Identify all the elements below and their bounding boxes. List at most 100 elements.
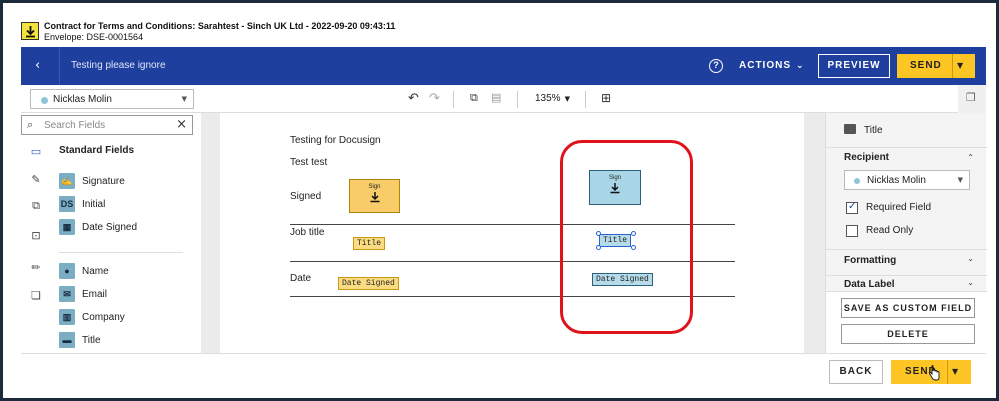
field-email[interactable]: ✉ Email <box>59 286 189 304</box>
divider <box>59 252 183 253</box>
caret-down-icon[interactable]: ▼ <box>957 61 964 70</box>
recipient-name: Nicklas Molin <box>867 175 926 186</box>
divider <box>947 360 948 384</box>
paste-icon[interactable]: ▤ <box>491 91 501 104</box>
field-signature[interactable]: ✍ Signature <box>59 173 189 191</box>
field-date-signed[interactable]: ▦ Date Signed <box>59 219 189 237</box>
divider <box>826 147 987 148</box>
caret-down-icon: ▼ <box>957 176 963 184</box>
field-label: Title <box>82 335 101 346</box>
signature-icon: ✍ <box>59 173 75 189</box>
save-as-custom-field-button[interactable]: SAVE AS CUSTOM FIELD <box>841 298 975 318</box>
field-name[interactable]: ● Name <box>59 263 189 281</box>
required-field-label: Required Field <box>866 202 932 213</box>
doc-date-label: Date <box>290 273 312 284</box>
attachment-category-icon[interactable]: ⊡ <box>29 229 43 242</box>
briefcase-icon <box>844 124 856 134</box>
zoom-select[interactable]: 135% ▼ <box>535 93 570 104</box>
title-tag-sender[interactable]: Title <box>353 237 386 250</box>
required-field-checkbox[interactable]: ✓ <box>846 201 858 214</box>
send-label: SEND <box>910 60 942 71</box>
undo-icon[interactable]: ↶ <box>408 91 419 106</box>
zoom-level: 135% <box>535 93 561 104</box>
highlight-annotation <box>560 140 693 334</box>
field-label: Company <box>82 312 125 323</box>
redo-icon[interactable]: ↷ <box>429 91 440 106</box>
close-icon[interactable]: × <box>176 117 187 132</box>
read-only-label: Read Only <box>866 225 914 236</box>
chevron-left-icon[interactable]: ‹ <box>35 58 40 73</box>
chevron-down-icon: ⌄ <box>796 61 805 71</box>
download-icon[interactable] <box>21 22 39 40</box>
field-label: Email <box>82 289 108 300</box>
briefcase-icon: ▬ <box>59 332 75 348</box>
field-company[interactable]: ▥ Company <box>59 309 189 327</box>
pages-icon: ❐ <box>966 91 976 104</box>
search-icon: ⌕ <box>27 118 34 131</box>
formatting-section-title[interactable]: Formatting <box>844 255 896 266</box>
delete-button[interactable]: DELETE <box>841 324 975 344</box>
preview-button[interactable]: PREVIEW <box>818 54 890 78</box>
pages-panel-toggle[interactable]: ❐ <box>958 85 986 113</box>
envelope-icon: ✉ <box>59 286 75 302</box>
recipient-name: Nicklas Molin <box>53 94 112 105</box>
document-title: Contract for Terms and Conditions: Sarah… <box>44 21 396 31</box>
read-only-checkbox[interactable] <box>846 225 858 237</box>
pen-category-icon[interactable]: ✏ <box>29 261 43 274</box>
divider <box>585 91 586 108</box>
actions-menu[interactable]: ACTIONS ⌄ <box>739 60 805 71</box>
divider <box>59 47 60 85</box>
signature-category-icon[interactable]: ✎ <box>29 173 43 186</box>
divider <box>826 275 987 276</box>
divider <box>453 91 454 108</box>
divider <box>826 249 987 250</box>
copy-icon[interactable]: ⧉ <box>470 91 478 105</box>
signature-tag-sender[interactable]: Sign <box>349 179 400 213</box>
recipient-color-dot <box>41 97 48 104</box>
envelope-subject: Testing please ignore <box>71 60 166 71</box>
chevron-down-icon[interactable]: ⌄ <box>967 254 974 263</box>
actions-label: ACTIONS <box>739 60 791 71</box>
initial-icon: DS <box>59 196 75 212</box>
chevron-up-icon[interactable]: ⌃ <box>967 153 974 162</box>
recipient-section-title[interactable]: Recipient <box>844 152 889 163</box>
doc-line-2: Test test <box>290 157 328 168</box>
person-icon: ● <box>59 263 75 279</box>
envelope-id: Envelope: DSE-0001564 <box>44 32 144 42</box>
top-navigation-bar: ‹ Testing please ignore ? ACTIONS ⌄ PREVI… <box>21 47 986 85</box>
comment-icon[interactable]: ⊞ <box>601 91 611 105</box>
document-category-icon[interactable]: ❏ <box>29 289 43 302</box>
help-circle-icon[interactable]: ? <box>709 59 723 73</box>
field-label: Signature <box>82 176 125 187</box>
field-title[interactable]: ▬ Title <box>59 332 189 350</box>
recipient-select[interactable]: Nicklas Molin ▼ <box>30 89 194 109</box>
app-frame: Contract for Terms and Conditions: Sarah… <box>0 0 999 401</box>
doc-job-title-label: Job title <box>290 227 325 238</box>
back-button[interactable]: BACK <box>829 360 883 384</box>
footer-bar: BACK SEND ▼ <box>21 353 986 393</box>
doc-signed-label: Signed <box>290 191 322 202</box>
send-button-top[interactable]: SEND ▼ <box>897 54 975 78</box>
caret-down-icon[interactable]: ▼ <box>952 367 959 376</box>
standard-fields-title: Standard Fields <box>59 145 135 156</box>
copy-category-icon[interactable]: ⧉ <box>29 199 43 212</box>
date-signed-tag-sender[interactable]: Date Signed <box>338 277 399 290</box>
search-input[interactable]: ⌕ Search Fields × <box>21 115 193 135</box>
editor-toolbar: Nicklas Molin ▼ ↶ ↷ ⧉ ▤ 135% ▼ ⊞ ❐ <box>21 85 986 113</box>
document-header: Contract for Terms and Conditions: Sarah… <box>21 19 981 47</box>
hand-cursor-icon <box>928 365 940 381</box>
field-properties-panel: Title Recipient ⌃ Nicklas Molin ▼ ✓ Requ… <box>825 113 987 353</box>
divider <box>517 91 518 108</box>
selected-field-label: Title <box>864 125 883 136</box>
doc-line-1: Testing for Docusign <box>290 135 381 146</box>
caret-down-icon: ▼ <box>564 95 570 103</box>
standard-fields-icon[interactable]: ▭ <box>29 145 43 158</box>
field-palette: ⌕ Search Fields × ▭ ✎ ⧉ ⊡ ✏ ❏ Standard F… <box>21 113 201 353</box>
properties-recipient-select[interactable]: Nicklas Molin ▼ <box>844 170 970 190</box>
chevron-down-icon[interactable]: ⌄ <box>967 278 974 287</box>
caret-down-icon: ▼ <box>181 95 187 103</box>
data-label-section-title[interactable]: Data Label <box>844 279 895 290</box>
download-arrow-icon <box>370 192 379 203</box>
field-initial[interactable]: DS Initial <box>59 196 189 214</box>
sign-tag-label: Sign <box>368 184 381 190</box>
